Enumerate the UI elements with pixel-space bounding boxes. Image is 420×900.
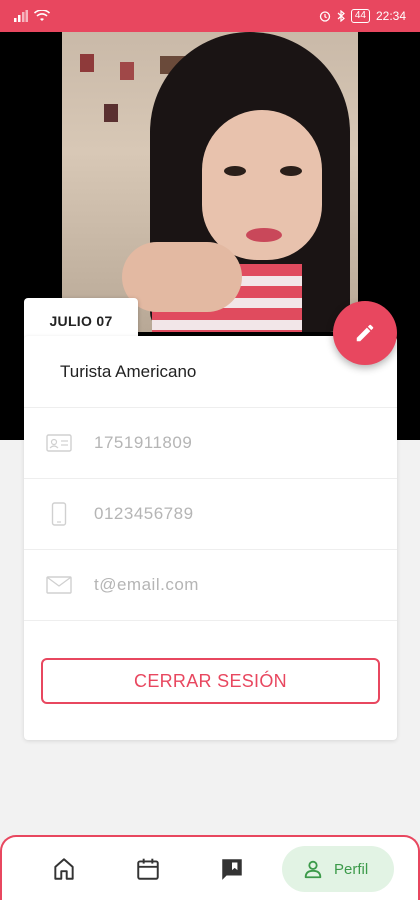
phone-text: 0123456789 (94, 504, 194, 523)
status-bar: 44 22:34 (0, 0, 420, 32)
email-icon (24, 575, 94, 595)
email-text: t@email.com (94, 575, 199, 594)
signal-icon (14, 10, 28, 22)
nav-bookmarks[interactable] (214, 851, 250, 887)
battery-icon: 44 (350, 9, 370, 23)
email-row: t@email.com (24, 550, 397, 621)
phone-row: 0123456789 (24, 479, 397, 550)
logout-button[interactable]: CERRAR SESIÓN (41, 658, 380, 704)
nav-profile[interactable]: Perfil (282, 846, 394, 892)
photo-hand (122, 242, 242, 312)
wifi-icon (34, 10, 50, 21)
pencil-icon (356, 324, 374, 342)
nav-home[interactable] (46, 851, 82, 887)
profile-card: Turista Americano 1751911809 0123456789 (24, 336, 397, 740)
status-right: 44 22:34 (319, 9, 406, 23)
photo-face (202, 110, 322, 260)
home-icon (54, 858, 74, 880)
bookmark-icon (222, 859, 242, 880)
calendar-icon (137, 858, 159, 880)
person-icon (304, 860, 322, 879)
phone-icon (24, 502, 94, 526)
id-number-text: 1751911809 (94, 433, 193, 452)
status-time: 22:34 (375, 9, 406, 23)
status-left (14, 10, 50, 22)
edit-profile-button[interactable] (333, 301, 397, 365)
bluetooth-icon (337, 10, 345, 22)
alarm-icon (319, 11, 330, 22)
profile-photo (62, 32, 358, 332)
nav-profile-label: Perfil (334, 860, 369, 878)
nav-calendar[interactable] (130, 851, 166, 887)
id-row: 1751911809 (24, 408, 397, 479)
bottom-nav: Perfil (0, 835, 420, 900)
id-card-icon (24, 433, 94, 453)
